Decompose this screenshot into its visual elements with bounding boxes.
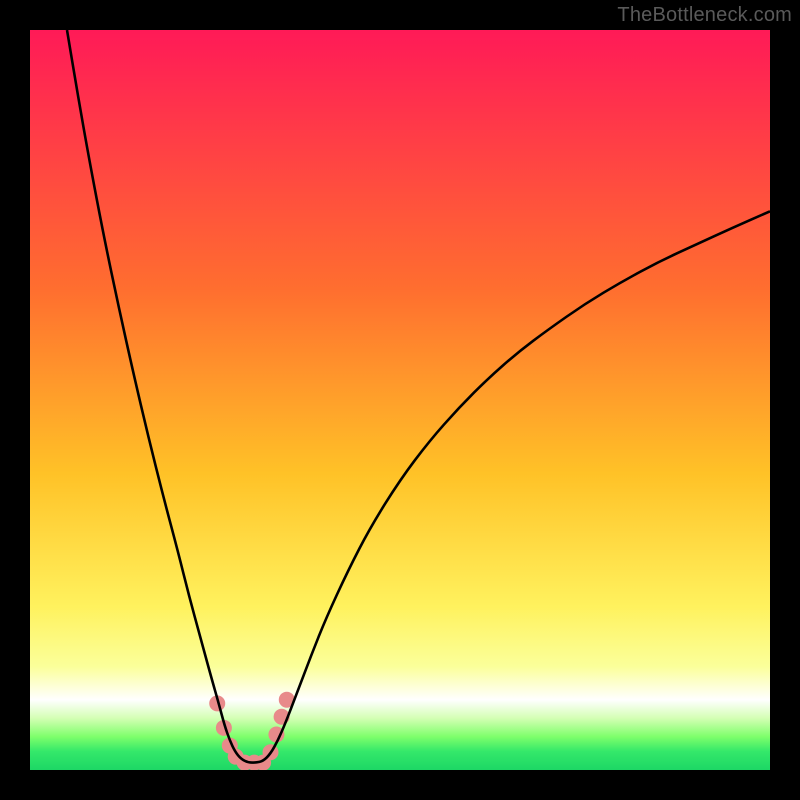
bottleneck-curve [67, 30, 770, 763]
watermark-text: TheBottleneck.com [617, 4, 792, 27]
curve-layer [30, 30, 770, 770]
plot-area [30, 30, 770, 770]
chart-frame: TheBottleneck.com [0, 0, 800, 800]
